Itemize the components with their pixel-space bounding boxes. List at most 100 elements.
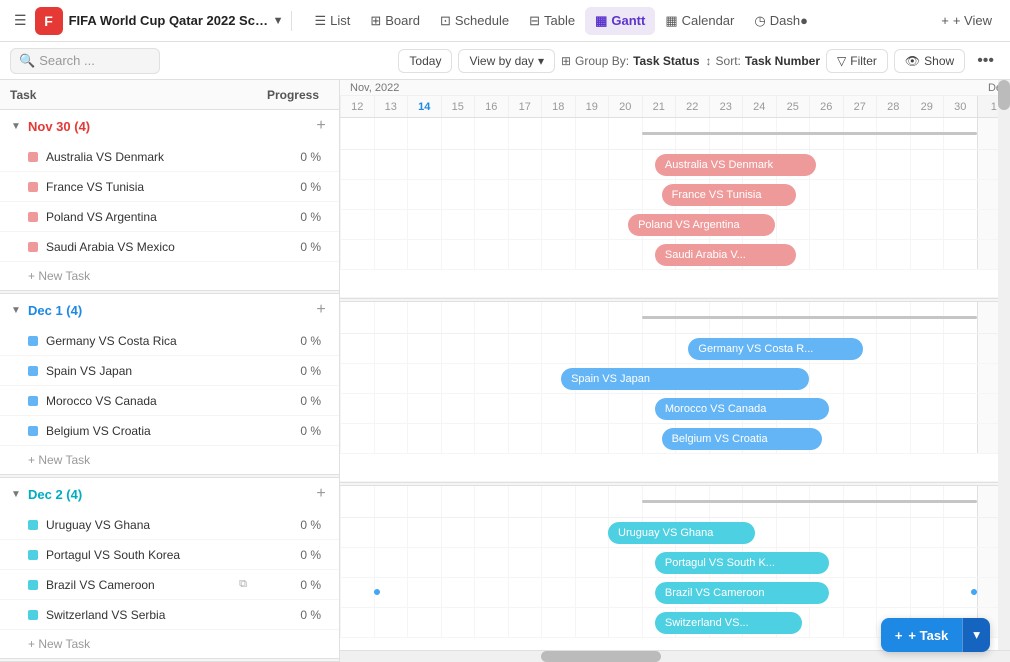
gantt-day: 25 xyxy=(776,96,810,117)
gantt-bar-saudi-mexico[interactable]: Saudi Arabia V... xyxy=(655,244,796,266)
group-by-icon: ⊞ xyxy=(561,54,571,68)
show-button[interactable]: 👁 Show xyxy=(894,49,965,73)
vertical-scrollbar[interactable] xyxy=(998,80,1010,650)
title-chevron-icon[interactable]: ▼ xyxy=(273,15,284,27)
gantt-bar-brazil-cameroon[interactable]: Brazil VS Cameroon xyxy=(655,582,829,604)
task-name: France VS Tunisia xyxy=(46,180,251,194)
gantt-day: 16 xyxy=(474,96,508,117)
nav-tabs: ☰ List ⊞ Board ⊡ Schedule ⊟ Table ▦ Gant… xyxy=(304,7,817,35)
sort-icon: ↕ xyxy=(706,54,712,68)
group-dec1-toggle-icon[interactable]: ▼ xyxy=(8,302,24,318)
group-gantt-bar xyxy=(642,132,977,135)
dash-icon: ◷ xyxy=(754,13,765,29)
filter-button[interactable]: ▽ Filter xyxy=(826,49,888,73)
view-by-day-label: View by day xyxy=(469,54,533,68)
vertical-scrollbar-thumb[interactable] xyxy=(998,80,1010,110)
group-dec1: ▼ Dec 1 (4) + Germany VS Costa Rica 0 % … xyxy=(0,294,339,474)
search-placeholder: Search ... xyxy=(39,53,95,68)
new-task-dec1[interactable]: + New Task xyxy=(0,446,339,474)
tab-list[interactable]: ☰ List xyxy=(304,7,360,35)
tab-calendar[interactable]: ▦ Calendar xyxy=(655,7,744,35)
task-name: Morocco VS Canada xyxy=(46,394,251,408)
add-view-button[interactable]: + + View xyxy=(931,7,1002,34)
gantt-bar-france-tunisia[interactable]: France VS Tunisia xyxy=(662,184,796,206)
group-nov30-add-icon[interactable]: + xyxy=(311,116,331,136)
task-name: Germany VS Costa Rica xyxy=(46,334,251,348)
group-dec2-header[interactable]: ▼ Dec 2 (4) + xyxy=(0,478,339,510)
task-name: Switzerland VS Serbia xyxy=(46,608,251,622)
gantt-bar-uruguay-ghana[interactable]: Uruguay VS Ghana xyxy=(608,522,755,544)
tab-list-label: List xyxy=(330,13,350,28)
gantt-bar-portagul-southkorea[interactable]: Portagul VS South K... xyxy=(655,552,829,574)
gantt-bar-belgium-croatia[interactable]: Belgium VS Croatia xyxy=(662,428,823,450)
gantt-group-row-dec1 xyxy=(340,302,1010,334)
tab-dash[interactable]: ◷ Dash● xyxy=(744,7,818,35)
list-item[interactable]: Portagul VS South Korea 0 % xyxy=(0,540,339,570)
new-task-nov30[interactable]: + New Task xyxy=(0,262,339,290)
list-item[interactable]: Switzerland VS Serbia 0 % xyxy=(0,600,339,630)
list-item[interactable]: Poland VS Argentina 0 % xyxy=(0,202,339,232)
group-by[interactable]: ⊞ Group By: Task Status xyxy=(561,54,700,68)
gantt-bar-switzerland-serbia[interactable]: Switzerland VS... xyxy=(655,612,802,634)
search-box[interactable]: 🔍 Search ... xyxy=(10,48,160,74)
gantt-panel: Nov, 2022 De 12 13 14 15 16 17 18 19 20 … xyxy=(340,80,1010,662)
list-item[interactable]: Brazil VS Cameroon ⧉ 0 % xyxy=(0,570,339,600)
view-by-day-dropdown[interactable]: View by day ▾ xyxy=(458,49,555,73)
add-task-label: + Task xyxy=(908,628,948,643)
sort-by[interactable]: ↕ Sort: Task Number xyxy=(706,54,820,68)
tab-table[interactable]: ⊟ Table xyxy=(519,7,585,35)
more-options-button[interactable]: ••• xyxy=(971,49,1000,73)
gantt-row: Brazil VS Cameroon xyxy=(340,578,1010,608)
list-icon: ☰ xyxy=(314,13,326,29)
task-progress: 0 % xyxy=(251,180,331,194)
tab-schedule[interactable]: ⊡ Schedule xyxy=(430,7,519,35)
tab-board[interactable]: ⊞ Board xyxy=(360,7,430,35)
group-dec1-add-icon[interactable]: + xyxy=(311,300,331,320)
list-item[interactable]: France VS Tunisia 0 % xyxy=(0,172,339,202)
list-item[interactable]: Uruguay VS Ghana 0 % xyxy=(0,510,339,540)
task-color-indicator xyxy=(28,336,38,346)
gantt-row: Germany VS Costa R... xyxy=(340,334,1010,364)
list-item[interactable]: Belgium VS Croatia 0 % xyxy=(0,416,339,446)
tab-schedule-label: Schedule xyxy=(455,13,509,28)
calendar-icon: ▦ xyxy=(665,13,677,29)
hamburger-icon[interactable]: ☰ xyxy=(8,8,33,33)
group-nov30-header[interactable]: ▼ Nov 30 (4) + xyxy=(0,110,339,142)
group-dec1-header[interactable]: ▼ Dec 1 (4) + xyxy=(0,294,339,326)
top-nav: ☰ F FIFA World Cup Qatar 2022 Sche... ▼ … xyxy=(0,0,1010,42)
gantt-bar-australia-denmark[interactable]: Australia VS Denmark xyxy=(655,154,816,176)
list-item[interactable]: Germany VS Costa Rica 0 % xyxy=(0,326,339,356)
gantt-bar-poland-argentina[interactable]: Poland VS Argentina xyxy=(628,214,775,236)
group-nov30-toggle-icon[interactable]: ▼ xyxy=(8,118,24,134)
view-by-day-chevron-icon: ▾ xyxy=(538,54,544,68)
app-title: FIFA World Cup Qatar 2022 Sche... xyxy=(69,13,269,28)
task-name: Belgium VS Croatia xyxy=(46,424,251,438)
gantt-new-task-row xyxy=(340,454,1010,482)
list-item[interactable]: Morocco VS Canada 0 % xyxy=(0,386,339,416)
list-item[interactable]: Australia VS Denmark 0 % xyxy=(0,142,339,172)
filter-label: Filter xyxy=(850,54,877,68)
tab-calendar-label: Calendar xyxy=(682,13,735,28)
gantt-bar-morocco-canada[interactable]: Morocco VS Canada xyxy=(655,398,829,420)
gantt-bar-germany-costarica[interactable]: Germany VS Costa R... xyxy=(688,338,862,360)
today-label: Today xyxy=(409,54,441,68)
group-dec2-toggle-icon[interactable]: ▼ xyxy=(8,486,24,502)
new-task-dec2[interactable]: + New Task xyxy=(0,630,339,658)
add-task-button[interactable]: + + Task xyxy=(881,618,962,652)
task-color-indicator xyxy=(28,212,38,222)
add-task-chevron-button[interactable]: ▾ xyxy=(962,618,990,652)
list-item[interactable]: Spain VS Japan 0 % xyxy=(0,356,339,386)
task-color-indicator xyxy=(28,520,38,530)
today-button[interactable]: Today xyxy=(398,49,452,73)
tab-gantt[interactable]: ▦ Gantt xyxy=(585,7,655,35)
group-dec2-add-icon[interactable]: + xyxy=(311,484,331,504)
list-item[interactable]: Saudi Arabia VS Mexico 0 % xyxy=(0,232,339,262)
gantt-day: 17 xyxy=(508,96,542,117)
gantt-day: 23 xyxy=(709,96,743,117)
horizontal-scrollbar-thumb[interactable] xyxy=(541,651,661,662)
gantt-bar-spain-japan[interactable]: Spain VS Japan xyxy=(561,368,809,390)
task-action-icons: ⧉ xyxy=(239,578,247,591)
filter-icon: ▽ xyxy=(837,54,846,68)
group-gantt-bar xyxy=(642,500,977,503)
gantt-row: Belgium VS Croatia xyxy=(340,424,1010,454)
